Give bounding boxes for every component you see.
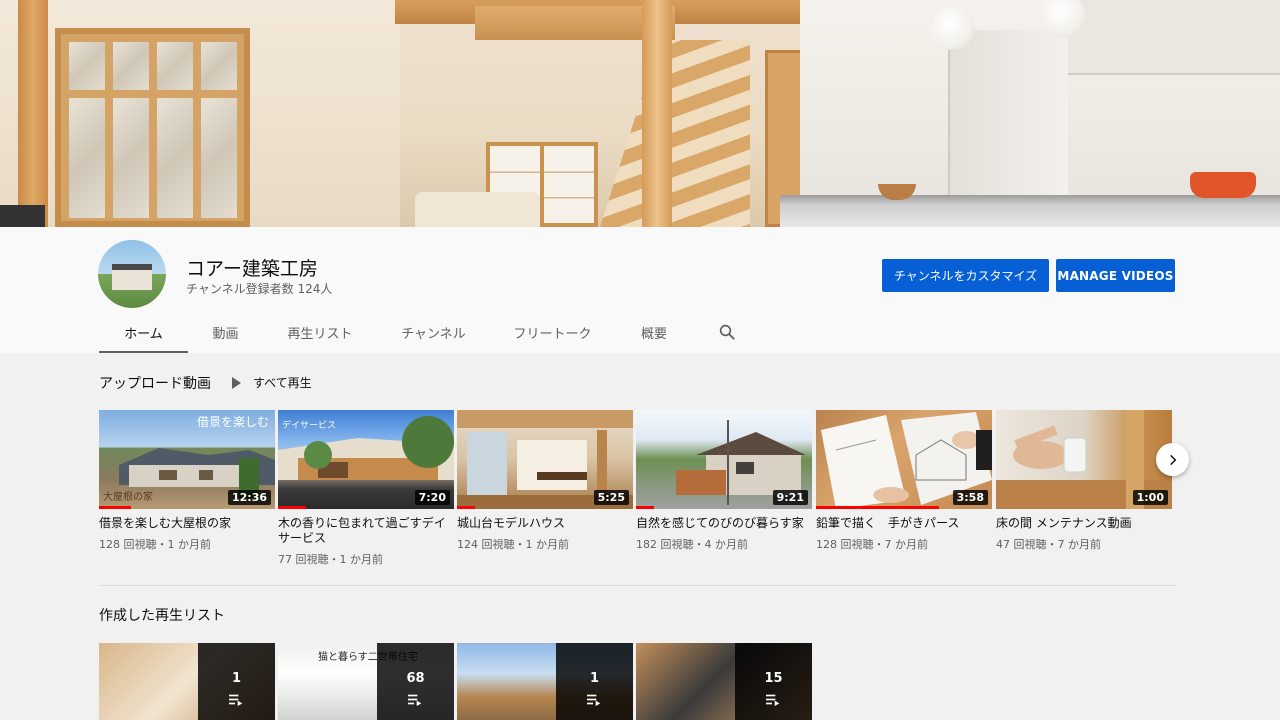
video-meta: 77 回視聴・1 か月前 [278,553,383,566]
video-duration: 7:20 [414,490,450,505]
video-duration: 3:58 [952,490,988,505]
playlist-icon [228,694,242,706]
uploads-title: アップロード動画 [99,376,211,392]
playlist-video-count: 68 [406,671,425,686]
tab-home[interactable]: ホーム [99,312,188,353]
video-thumbnail[interactable]: 5:25 [457,410,633,509]
customize-channel-button[interactable]: チャンネルをカスタマイズ [882,259,1049,292]
video-card[interactable]: 9:21 自然を感じてのびのび暮らす家 182 回視聴・4 か月前 [636,410,812,552]
tab-about[interactable]: 概要 [615,312,693,353]
shelf-next-button[interactable] [1156,443,1189,476]
search-icon[interactable] [718,323,736,341]
watch-progress [636,506,654,509]
tab-discussion[interactable]: フリートーク [490,312,615,353]
playlist-card[interactable]: 15 [636,643,812,720]
video-meta: 124 回視聴・1 か月前 [457,538,569,551]
playlist-icon [407,694,421,706]
thumbnail-caption-top: 借景を楽しむ [196,415,269,429]
play-icon [232,376,241,389]
video-meta: 128 回視聴・1 か月前 [99,538,211,551]
channel-tabs: ホーム 動画 再生リスト チャンネル フリートーク 概要 [99,312,693,353]
playlist-video-count: 1 [231,671,242,686]
subscriber-count: チャンネル登録者数 124人 [186,282,333,296]
chevron-right-icon [1169,454,1176,465]
video-card[interactable]: 借景を楽しむ 大屋根の家 12:36 借景を楽しむ大屋根の家 128 回視聴・1… [99,410,275,552]
glass-door [55,28,250,227]
tab-channels[interactable]: チャンネル [377,312,490,353]
playlist-icon [586,694,600,706]
thumbnail-caption-top: デイサービス [282,421,337,431]
video-thumbnail[interactable]: 9:21 [636,410,812,509]
channel-name: コアー建築工房 [186,258,318,280]
channel-banner [0,0,1280,227]
tab-playlists[interactable]: 再生リスト [263,312,377,353]
video-title[interactable]: 借景を楽しむ大屋根の家 [99,516,275,531]
video-thumbnail[interactable]: デイサービス 7:20 [278,410,454,509]
video-card[interactable]: 5:25 城山台モデルハウス 124 回視聴・1 か月前 [457,410,633,552]
watch-progress [99,506,131,509]
playlist-icon [765,694,779,706]
video-thumbnail[interactable]: 1:00 [996,410,1172,509]
video-card[interactable]: 1:00 床の間 メンテナンス動画 47 回視聴・7 か月前 [996,410,1172,552]
video-duration: 9:21 [772,490,808,505]
watch-progress [278,506,307,509]
playlist-video-count: 15 [764,671,783,686]
manage-videos-button[interactable]: MANAGE VIDEOS [1056,259,1175,292]
tab-videos[interactable]: 動画 [188,312,263,353]
play-all-button[interactable]: すべて再生 [232,374,312,391]
play-all-label: すべて再生 [253,376,312,390]
video-title[interactable]: 自然を感じてのびのび暮らす家 [636,516,812,531]
channel-avatar[interactable] [98,240,166,308]
video-duration: 12:36 [227,490,271,505]
playlist-card[interactable]: 1 [99,643,275,720]
playlists-title: 作成した再生リスト [99,608,225,624]
video-duration: 1:00 [1132,490,1168,505]
video-thumbnail[interactable]: 3:58 [816,410,992,509]
video-title[interactable]: 床の間 メンテナンス動画 [996,516,1172,531]
watch-progress [816,506,940,509]
video-meta: 47 回視聴・7 か月前 [996,538,1101,551]
section-divider [99,585,1175,586]
video-title[interactable]: 城山台モデルハウス [457,516,633,531]
playlist-card[interactable]: 猫と暮らす二世帯住宅 68 [278,643,454,720]
playlist-video-count: 1 [589,671,600,686]
video-thumbnail[interactable]: 借景を楽しむ 大屋根の家 12:36 [99,410,275,509]
video-card[interactable]: 3:58 鉛筆で描く 手がきパース 128 回視聴・7 か月前 [816,410,992,552]
video-meta: 128 回視聴・7 か月前 [816,538,928,551]
video-duration: 5:25 [593,490,629,505]
thumbnail-caption-bottom: 大屋根の家 [103,492,153,503]
video-title[interactable]: 鉛筆で描く 手がきパース [816,516,992,531]
video-meta: 182 回視聴・4 か月前 [636,538,748,551]
video-title[interactable]: 木の香りに包まれて過ごすデイサービス [278,516,454,546]
watch-progress [457,506,475,509]
video-card[interactable]: デイサービス 7:20 木の香りに包まれて過ごすデイサービス 77 回視聴・1 … [278,410,454,567]
playlist-card[interactable]: 1 [457,643,633,720]
